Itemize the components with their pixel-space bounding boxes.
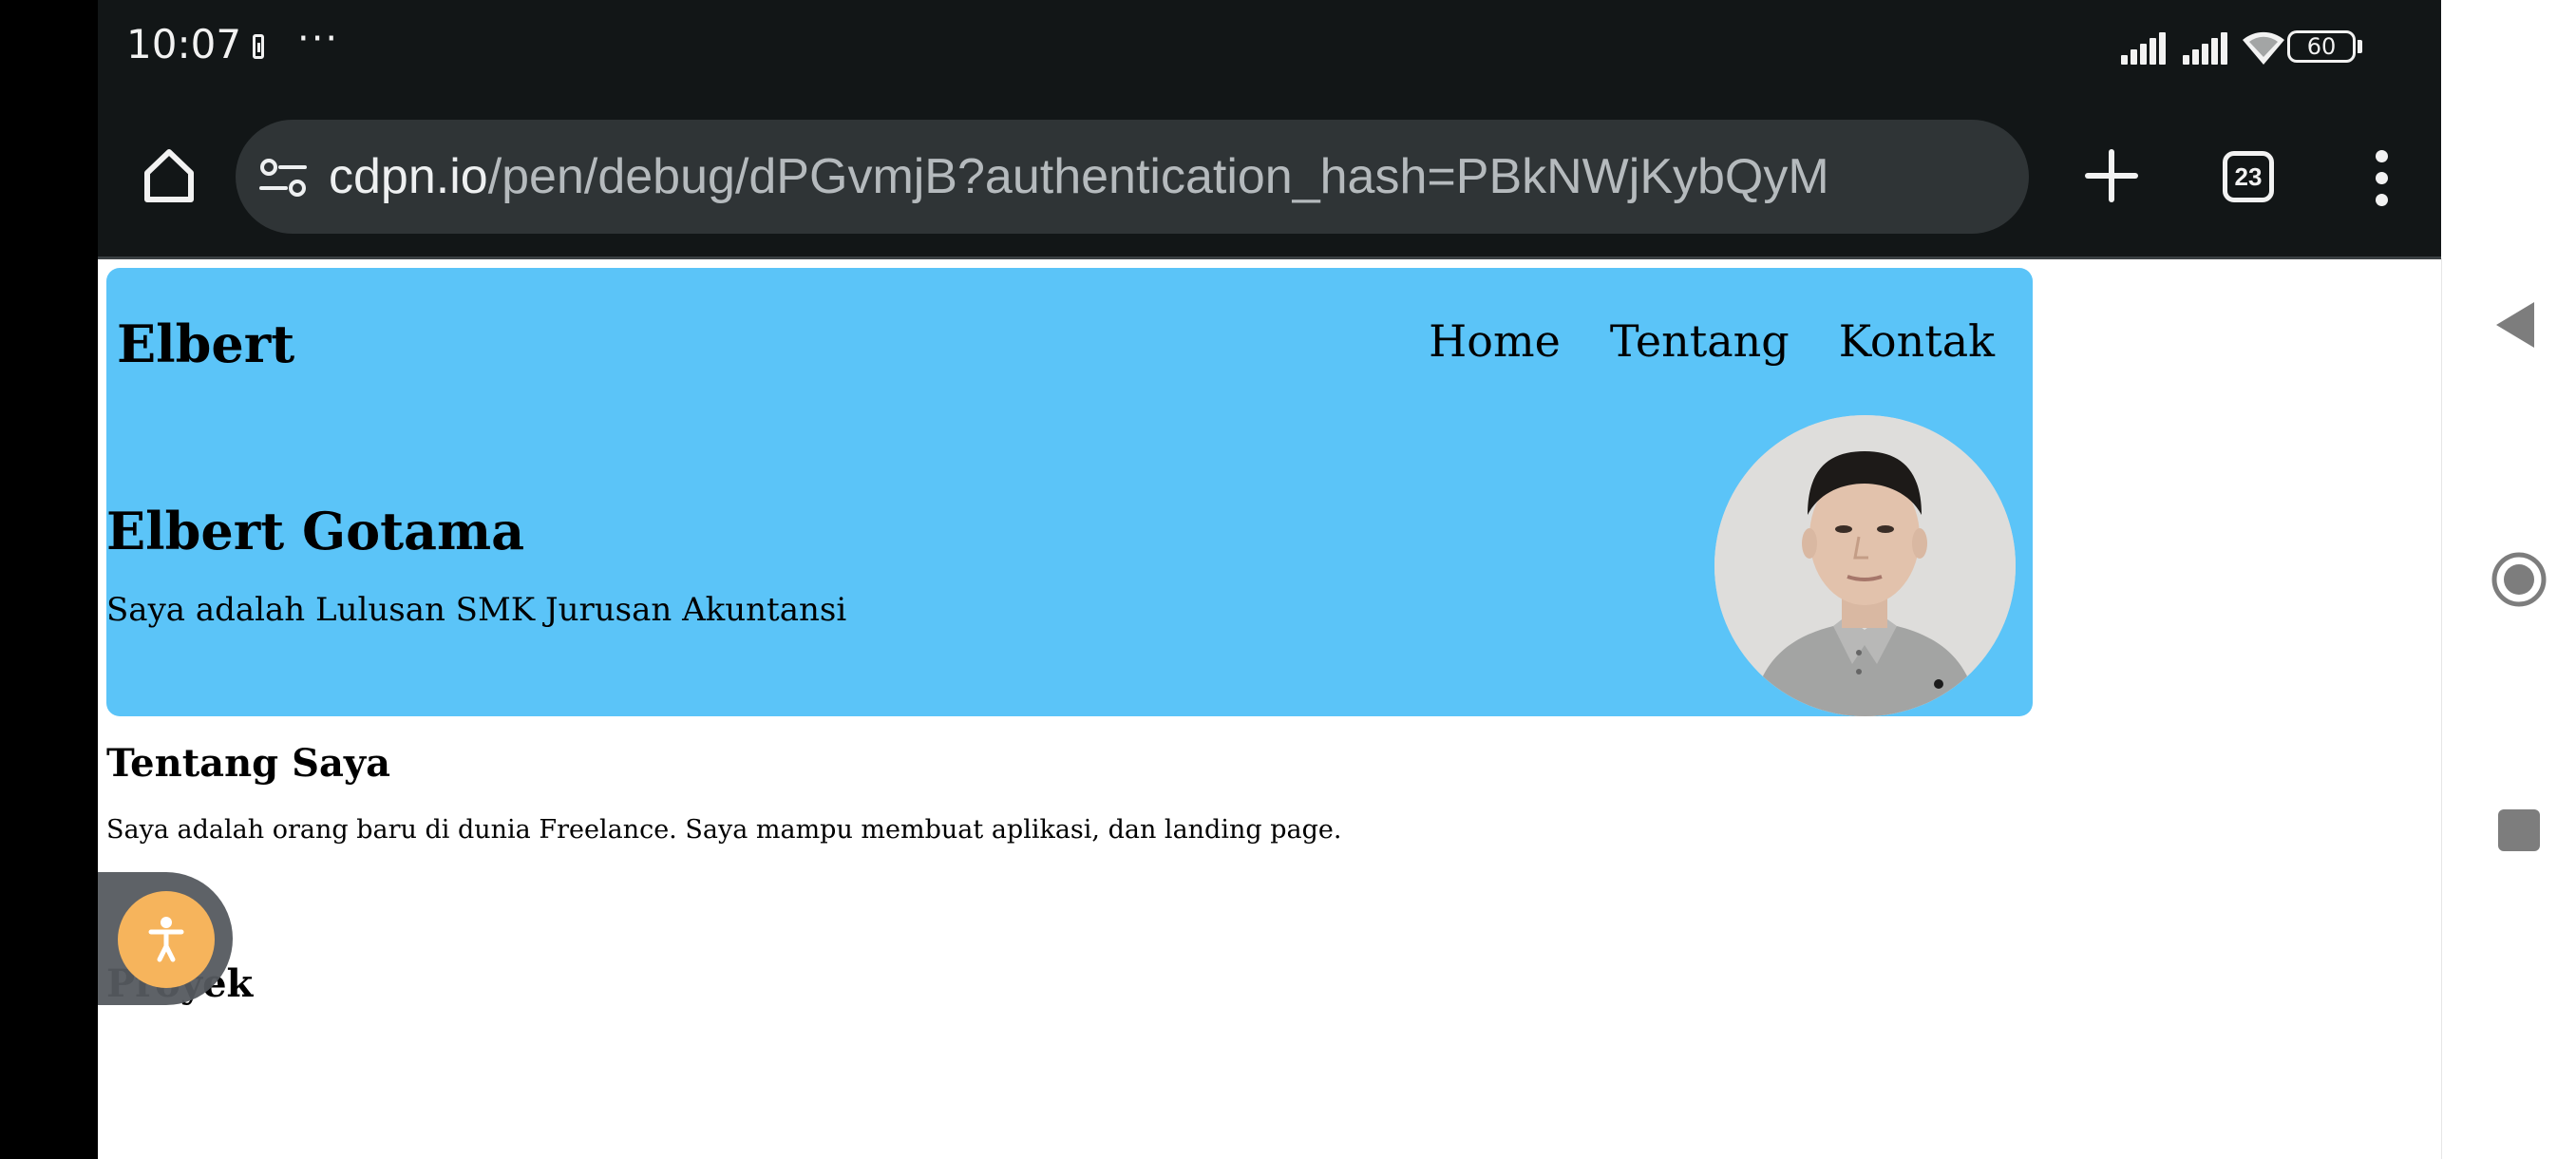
- battery-tip: [2358, 40, 2362, 53]
- cell-signal-icon-2: [2183, 30, 2230, 65]
- home-circle-icon[interactable]: [2491, 551, 2548, 608]
- wifi-icon: [2243, 31, 2284, 65]
- hero-title: Elbert Gotama: [106, 501, 525, 561]
- charging-icon: [253, 34, 264, 59]
- status-bar: 10:07 ··· 60: [98, 0, 2441, 95]
- left-screen-edge: [0, 0, 98, 1159]
- hero-section: Elbert Home Tentang Kontak Elbert Gotama…: [106, 268, 2033, 716]
- accessibility-icon: [148, 917, 184, 962]
- url-path: /pen/debug/dPGvmjB?authentication_hash=P…: [487, 149, 1829, 204]
- about-text: Saya adalah orang baru di dunia Freelanc…: [106, 815, 1342, 845]
- toolbar-divider: [98, 256, 2441, 259]
- status-time: 10:07: [126, 21, 242, 67]
- home-icon[interactable]: [138, 144, 200, 207]
- profile-photo: [1714, 415, 2016, 716]
- tab-switcher-button[interactable]: 23: [2223, 151, 2274, 202]
- back-triangle-icon[interactable]: [2492, 298, 2540, 352]
- hero-subtitle: Saya adalah Lulusan SMK Jurusan Akuntans…: [106, 591, 847, 629]
- recents-square-icon[interactable]: [2498, 809, 2540, 851]
- cell-signal-icon: [2121, 30, 2169, 65]
- status-more-dots: ···: [297, 17, 340, 61]
- nav-kontak[interactable]: Kontak: [1839, 315, 1995, 367]
- nav-divider: [2441, 258, 2442, 1159]
- site-brand[interactable]: Elbert: [117, 314, 294, 374]
- accessibility-button[interactable]: [118, 891, 215, 988]
- site-nav: Home Tentang Kontak: [1429, 315, 1995, 367]
- nav-tentang[interactable]: Tentang: [1610, 315, 1790, 367]
- nav-home[interactable]: Home: [1429, 315, 1561, 367]
- url-host: cdpn.io: [329, 149, 488, 204]
- more-vert-icon[interactable]: [2363, 150, 2401, 207]
- address-bar[interactable]: cdpn.io/pen/debug/dPGvmjB?authentication…: [236, 120, 2029, 234]
- battery-icon: 60: [2287, 30, 2356, 63]
- browser-toolbar: cdpn.io/pen/debug/dPGvmjB?authentication…: [98, 95, 2441, 258]
- plus-icon[interactable]: [2078, 142, 2145, 209]
- tune-icon[interactable]: [259, 158, 307, 200]
- about-title: Tentang Saya: [106, 741, 391, 786]
- url-text[interactable]: cdpn.io/pen/debug/dPGvmjB?authentication…: [329, 148, 1829, 205]
